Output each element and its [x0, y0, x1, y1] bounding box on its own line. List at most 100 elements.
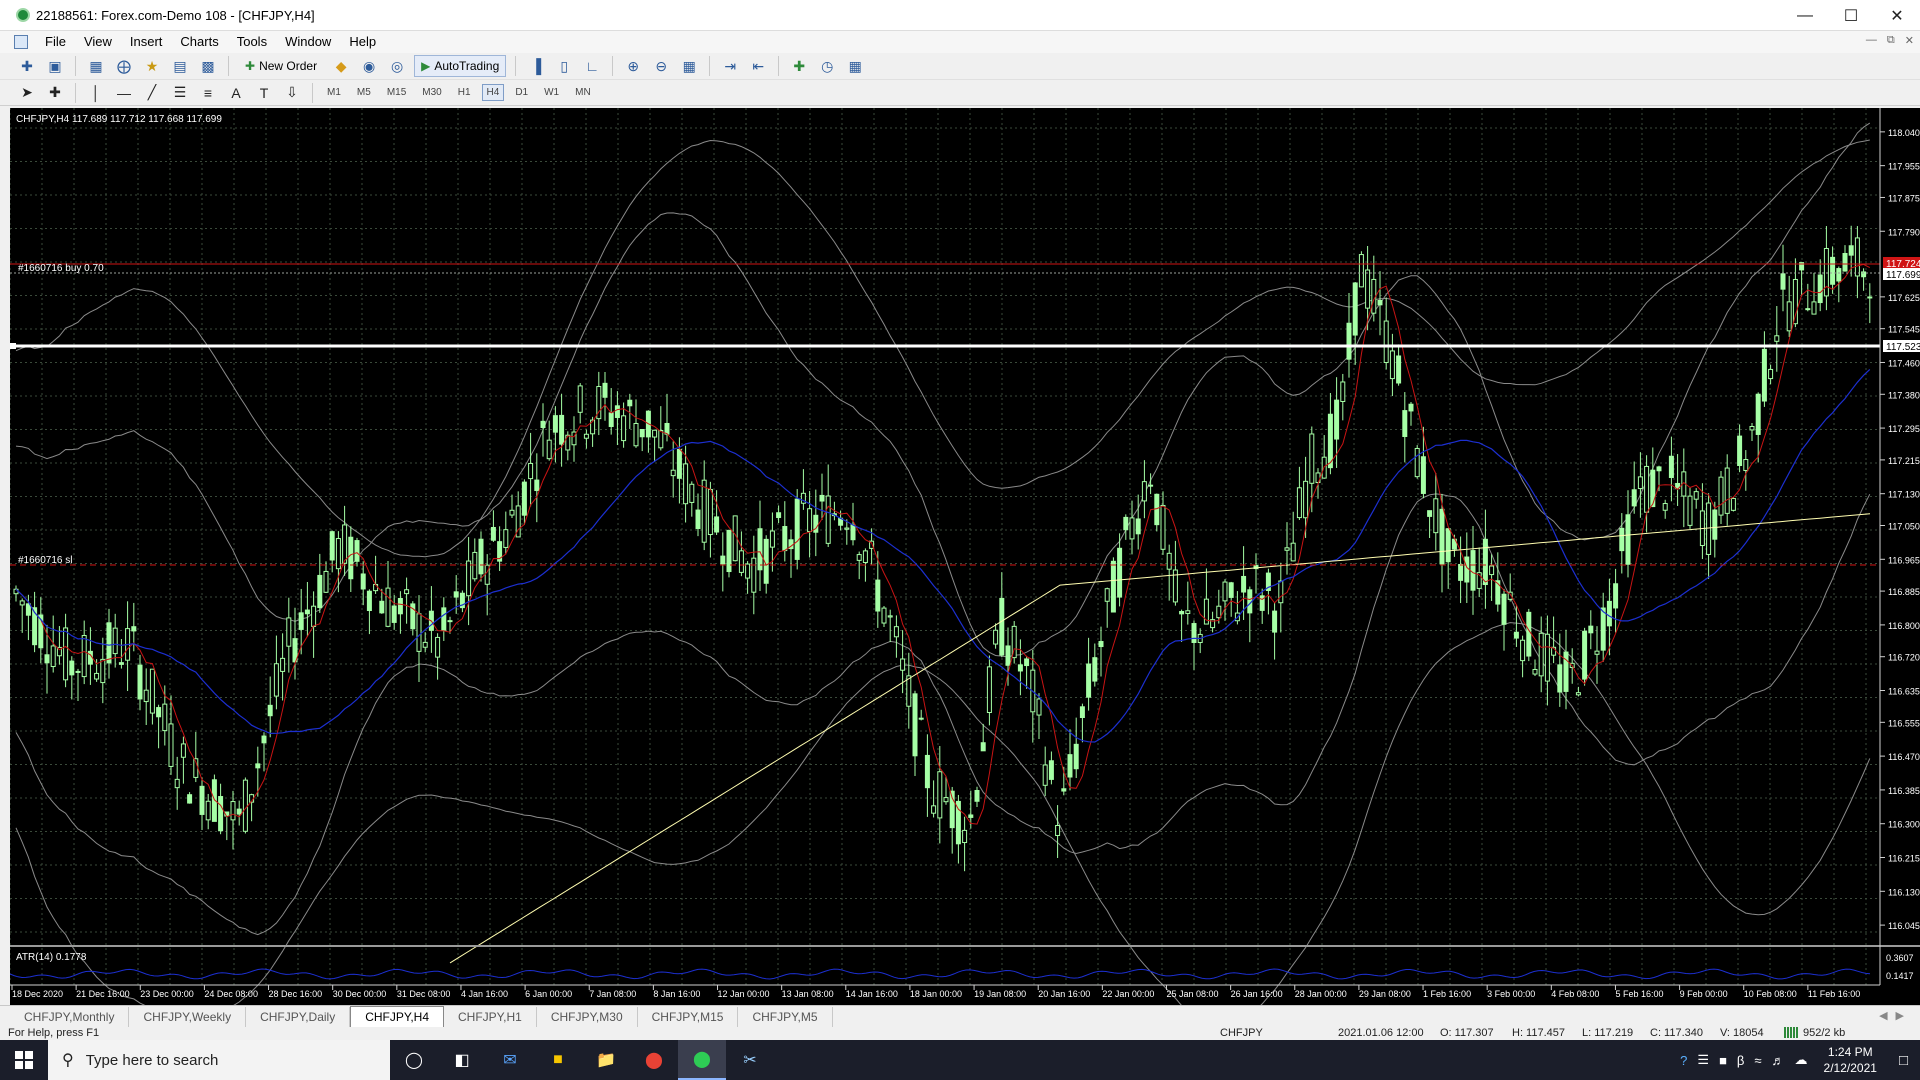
horizontal-line-icon[interactable]: —	[113, 82, 135, 104]
task-view-icon[interactable]: ◧	[438, 1040, 486, 1080]
auto-scroll-icon[interactable]: ⇥	[719, 55, 741, 77]
timeframe-h4[interactable]: H4	[481, 84, 505, 101]
price-chart[interactable]: CHFJPY,H4 117.689 117.712 117.668 117.69…	[10, 108, 1920, 1005]
profiles-icon[interactable]: ▣	[44, 55, 66, 77]
arrows-icon[interactable]: ⇩	[281, 82, 303, 104]
strategy-tester-icon[interactable]: ▩	[197, 55, 219, 77]
menu-window[interactable]: Window	[276, 31, 340, 53]
zoom-in-icon[interactable]: ⊕	[622, 55, 644, 77]
tab-scroll-arrows-icon[interactable]: ◀▶	[1879, 1009, 1912, 1022]
tab-chfjpy-h1[interactable]: CHFJPY,H1	[444, 1007, 537, 1027]
autotrading-button[interactable]: ▶ AutoTrading	[414, 55, 507, 77]
zoom-out-icon[interactable]: ⊖	[650, 55, 672, 77]
wifi-icon[interactable]: ≈	[1754, 1053, 1761, 1068]
menu-charts[interactable]: Charts	[171, 31, 227, 53]
tab-chfjpy-monthly[interactable]: CHFJPY,Monthly	[10, 1007, 130, 1027]
equidistant-channel-icon[interactable]: ☰	[169, 82, 191, 104]
timeframe-m15[interactable]: M15	[382, 84, 411, 101]
signals-icon[interactable]: ◉	[358, 55, 380, 77]
notification-badge-icon[interactable]: ☰	[1697, 1052, 1709, 1068]
onedrive-icon[interactable]: ☁	[1795, 1052, 1808, 1068]
navigator-icon[interactable]: ★	[141, 55, 163, 77]
candle-body	[1092, 657, 1098, 682]
trendline-icon[interactable]: ╱	[141, 82, 163, 104]
volume-icon[interactable]: ♬	[1772, 1053, 1785, 1068]
crosshair-icon[interactable]: ✚	[44, 82, 66, 104]
chart-window[interactable]: CHFJPY,H4 117.689 117.712 117.668 117.69…	[10, 108, 1920, 1005]
timeframe-m1[interactable]: M1	[322, 84, 346, 101]
tab-chfjpy-h4[interactable]: CHFJPY,H4	[350, 1006, 445, 1027]
line-chart-icon[interactable]: ∟	[581, 55, 603, 77]
market-watch-icon[interactable]: ▦	[85, 55, 107, 77]
indicators-icon[interactable]: ✚	[788, 55, 810, 77]
sl-label: #1660716 sl	[18, 555, 73, 566]
terminal-icon[interactable]: ▤	[169, 55, 191, 77]
candle-body	[230, 801, 236, 821]
tab-chfjpy-m30[interactable]: CHFJPY,M30	[537, 1007, 638, 1027]
sticky-app-icon[interactable]: ■	[534, 1040, 582, 1080]
menu-help[interactable]: Help	[340, 31, 385, 53]
help-icon[interactable]: ?	[1680, 1053, 1687, 1068]
text-label-icon[interactable]: T	[253, 82, 275, 104]
timeframe-m5[interactable]: M5	[352, 84, 376, 101]
tile-windows-icon[interactable]: ▦	[678, 55, 700, 77]
file-explorer-icon[interactable]: 📁	[582, 1040, 630, 1080]
new-chart-icon[interactable]: ✚	[16, 55, 38, 77]
cursor-icon[interactable]: ➤	[16, 82, 38, 104]
metatrader-taskbar-icon[interactable]: ⬤	[678, 1040, 726, 1080]
data-window-icon[interactable]: ⨁	[113, 55, 135, 77]
timeframe-mn[interactable]: MN	[570, 84, 596, 101]
vertical-line-icon[interactable]: │	[85, 82, 107, 104]
toolbar-separator	[75, 82, 76, 103]
chrome-icon[interactable]: ⬤	[630, 1040, 678, 1080]
candle-body	[738, 550, 744, 573]
taskbar-search-box[interactable]: ⚲ Type here to search	[48, 1040, 390, 1080]
network-share-icon[interactable]: ■	[1719, 1053, 1727, 1068]
menu-view[interactable]: View	[75, 31, 121, 53]
vps-icon[interactable]: ◎	[386, 55, 408, 77]
candle-body	[1433, 498, 1439, 534]
templates-icon[interactable]: ▦	[844, 55, 866, 77]
cortana-icon[interactable]: ◯	[390, 1040, 438, 1080]
chart-shift-icon[interactable]: ⇤	[747, 55, 769, 77]
taskbar-clock[interactable]: 1:24 PM 2/12/2021	[1818, 1044, 1883, 1076]
candle-body	[298, 612, 304, 630]
candle-body	[137, 664, 143, 700]
candle-body	[1117, 547, 1123, 598]
connection-bars-icon[interactable]	[1784, 1027, 1798, 1038]
fibonacci-icon[interactable]: ≡	[197, 82, 219, 104]
minimize-button[interactable]: —	[1782, 0, 1828, 31]
action-center-icon[interactable]: □	[1893, 1052, 1914, 1069]
periods-icon[interactable]: ◷	[816, 55, 838, 77]
tab-chfjpy-weekly[interactable]: CHFJPY,Weekly	[129, 1007, 247, 1027]
time-tick-label: 4 Jan 16:00	[461, 989, 508, 999]
start-button[interactable]	[0, 1040, 48, 1080]
tab-chfjpy-m5[interactable]: CHFJPY,M5	[738, 1007, 833, 1027]
tab-chfjpy-daily[interactable]: CHFJPY,Daily	[246, 1007, 351, 1027]
mdi-close-icon[interactable]: ✕	[1905, 34, 1914, 47]
bar-chart-icon[interactable]: ▐	[525, 55, 547, 77]
tab-chfjpy-m15[interactable]: CHFJPY,M15	[638, 1007, 739, 1027]
level-handle[interactable]	[10, 343, 16, 349]
mail-app-icon[interactable]: ✉	[486, 1040, 534, 1080]
line-studies-toolbar: ➤ ✚ │ — ╱ ☰ ≡ A T ⇩ M1 M5 M15 M30 H1 H4 …	[0, 80, 1920, 106]
text-icon[interactable]: A	[225, 82, 247, 104]
mdi-restore-icon[interactable]: ⧉	[1887, 34, 1895, 47]
timeframe-d1[interactable]: D1	[510, 84, 533, 101]
menu-tools[interactable]: Tools	[228, 31, 276, 53]
new-order-button[interactable]: ✚ New Order	[238, 55, 324, 77]
snipping-tool-icon[interactable]: ✂	[726, 1040, 774, 1080]
close-button[interactable]: ✕	[1874, 0, 1920, 31]
menu-file[interactable]: File	[36, 31, 75, 53]
timeframe-w1[interactable]: W1	[539, 84, 564, 101]
timeframe-m30[interactable]: M30	[417, 84, 446, 101]
candlestick-icon[interactable]: ▯	[553, 55, 575, 77]
chart-doc-icon[interactable]	[14, 35, 28, 49]
timeframe-h1[interactable]: H1	[453, 84, 476, 101]
mdi-minimize-icon[interactable]: —	[1866, 34, 1877, 47]
maximize-button[interactable]: ☐	[1828, 0, 1874, 31]
metaeditor-icon[interactable]: ◆	[330, 55, 352, 77]
bluetooth-icon[interactable]: β	[1737, 1053, 1744, 1068]
menu-insert[interactable]: Insert	[121, 31, 172, 53]
time-tick-label: 12 Jan 00:00	[718, 989, 770, 999]
